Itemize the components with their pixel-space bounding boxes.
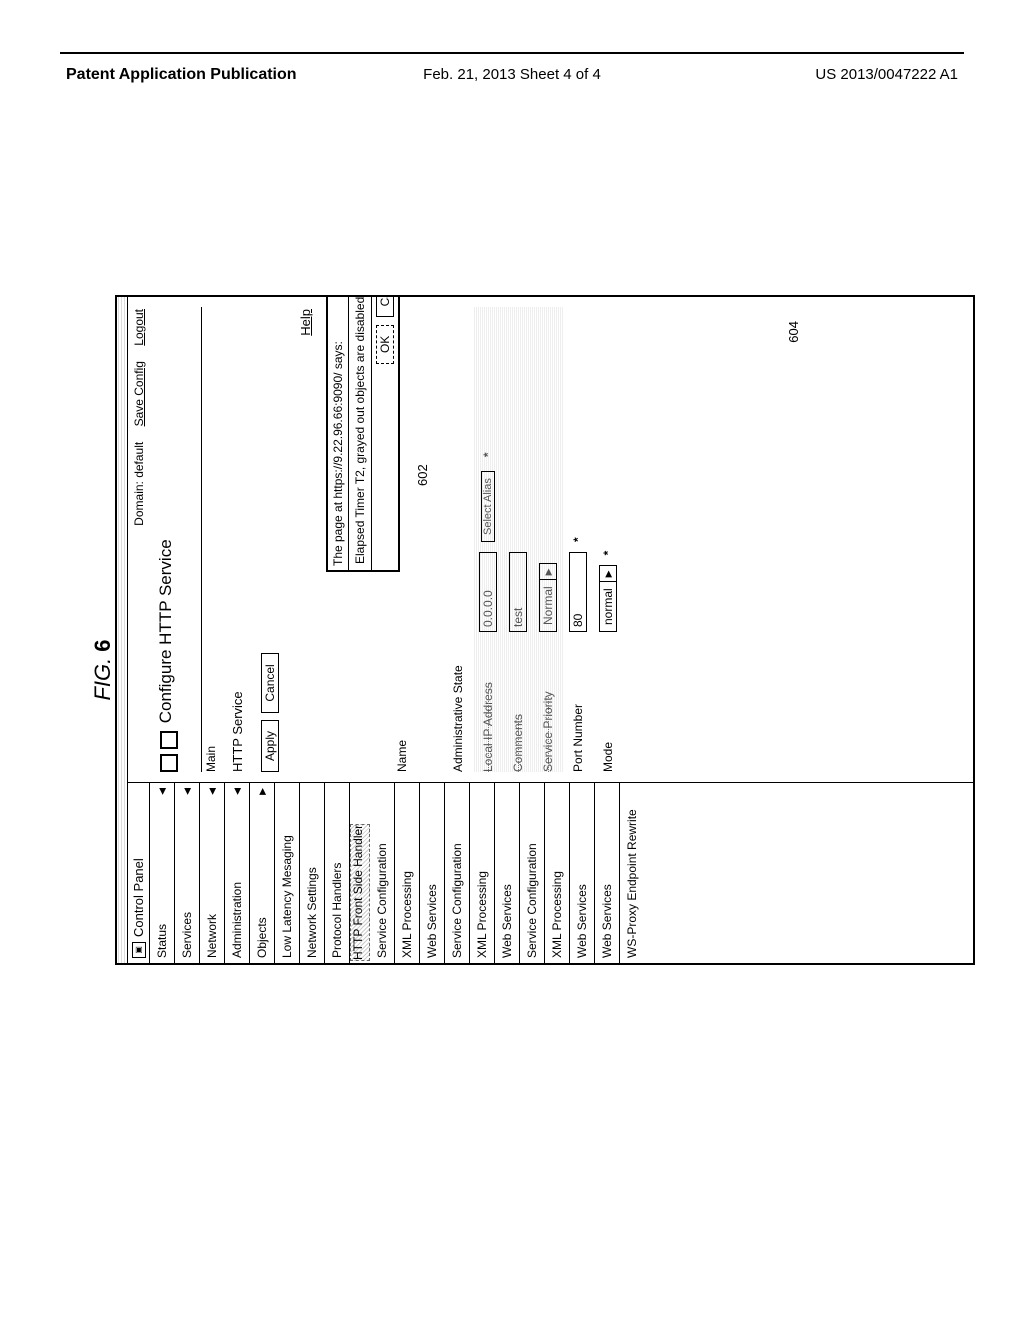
sidebar-item[interactable]: XML Processing [395, 783, 420, 963]
sidebar-item[interactable]: Web Services [495, 783, 520, 963]
sidebar-item[interactable]: Administration [225, 783, 250, 963]
form-row: Port Number80 * [563, 307, 593, 772]
text-input[interactable]: test [509, 552, 527, 632]
name-label: Name [395, 632, 409, 772]
help-link[interactable]: Help [298, 309, 313, 336]
chevron-left-icon [232, 788, 243, 795]
form-row: Modenormal▶ * [593, 307, 623, 772]
app-window: ▣ Control Panel StatusServicesNetworkAdm… [115, 295, 975, 965]
sidebar-item[interactable]: HTTP Front Side Handler [350, 824, 370, 961]
chevron-left-icon [157, 788, 168, 795]
form-row: Local IP Address0.0.0.0 Select Alias * [473, 307, 503, 772]
window-titlebar [117, 297, 128, 963]
sidebar-item[interactable]: Network [200, 783, 225, 963]
domain-label: Domain: default [132, 442, 146, 526]
content-pane: Domain: default Save Config Logout Confi… [128, 297, 973, 782]
section-title: HTTP Service [230, 307, 245, 772]
ref-604: 604 [786, 321, 801, 343]
form-row: Commentstest [503, 307, 533, 772]
sidebar-item[interactable]: XML Processing [470, 783, 495, 963]
sidebar-item[interactable]: Service Configuration [370, 783, 395, 963]
checkbox-2[interactable] [160, 731, 178, 749]
field-label: Service Priority [541, 632, 555, 772]
chevron-left-icon [182, 788, 193, 795]
logout-link[interactable]: Logout [132, 309, 146, 346]
alert-ok-button[interactable]: OK [376, 325, 394, 364]
pub-header-right: US 2013/0047222 A1 [815, 66, 958, 83]
sidebar-item[interactable]: Web Services [595, 783, 620, 963]
alert-dialog: The page at https://9.22.96.66:9090/ say… [326, 295, 400, 572]
sidebar-item[interactable]: Service Configuration [445, 783, 470, 963]
alert-title-text: The page at https://9.22.96.66:9090/ say… [331, 341, 345, 566]
field-label: Comments [511, 632, 525, 772]
tab-main[interactable]: Main [204, 307, 218, 772]
ref-602: 602 [415, 464, 430, 486]
required-star: * [601, 551, 615, 556]
header-links: Domain: default Save Config Logout [132, 309, 146, 538]
sidebar-item[interactable]: Services [175, 783, 200, 963]
alert-cancel-button[interactable]: Cancel [376, 295, 394, 317]
required-star: * [571, 537, 585, 542]
figure-label: FIG.6 [90, 639, 116, 700]
sidebar-item[interactable]: WS-Proxy Endpoint Rewrite [620, 783, 644, 963]
sidebar-item[interactable]: Status [150, 783, 175, 963]
field-label: Port Number [571, 632, 585, 772]
sidebar-title: ▣ Control Panel [128, 783, 150, 963]
required-star: * [481, 452, 495, 457]
chevron-down-icon: ▶ [600, 566, 616, 582]
text-input[interactable]: 0.0.0.0 [479, 552, 497, 632]
chevron-right-icon [257, 788, 268, 795]
admin-state-label: Administrative State [451, 632, 465, 772]
chevron-left-icon [207, 788, 218, 795]
select-alias-button[interactable]: Select Alias [481, 471, 495, 542]
form-row: Service PriorityNormal▶ [533, 307, 563, 772]
page-title: Configure HTTP Service [156, 539, 176, 723]
sidebar: ▣ Control Panel StatusServicesNetworkAdm… [128, 782, 973, 963]
select-field[interactable]: normal▶ [599, 565, 617, 632]
select-field[interactable]: Normal▶ [539, 563, 557, 632]
chevron-down-icon: ▶ [540, 564, 556, 580]
checkbox-1[interactable] [160, 754, 178, 772]
sidebar-item[interactable]: XML Processing [545, 783, 570, 963]
sidebar-item[interactable]: Objects [250, 783, 275, 963]
cancel-button[interactable]: Cancel [261, 653, 279, 712]
sidebar-item[interactable]: Web Services [570, 783, 595, 963]
sidebar-item[interactable]: Protocol Handlers [325, 783, 350, 963]
apply-button[interactable]: Apply [261, 720, 279, 772]
alert-body: Elapsed Timer T2, grayed out objects are… [349, 295, 372, 570]
sidebar-item[interactable]: Web Services [420, 783, 445, 963]
save-config-link[interactable]: Save Config [132, 361, 146, 426]
text-input[interactable]: 80 [569, 552, 587, 632]
sidebar-item[interactable]: Low Latency Mesaging [275, 783, 300, 963]
field-label: Local IP Address [481, 632, 495, 772]
sidebar-item[interactable]: Service Configuration [520, 783, 545, 963]
sidebar-item[interactable]: Network Settings [300, 783, 325, 963]
panel-icon: ▣ [132, 942, 146, 958]
field-label: Mode [601, 632, 615, 772]
